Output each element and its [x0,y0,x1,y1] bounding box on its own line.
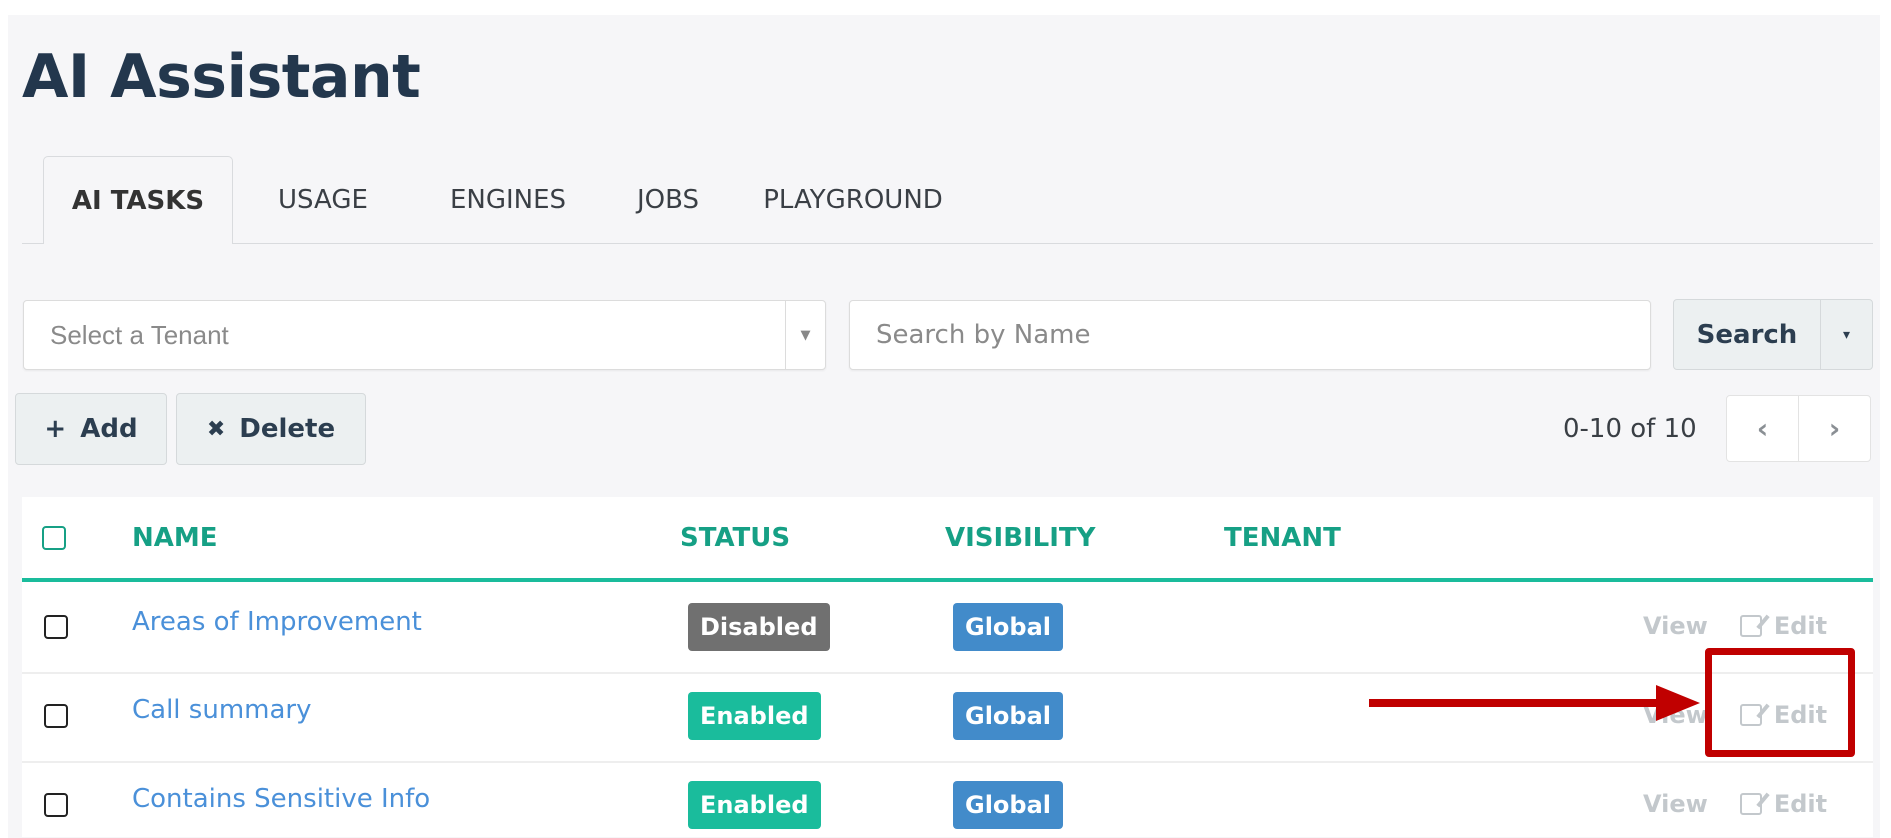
row-checkbox[interactable] [44,704,68,728]
tab-jobs[interactable]: JOBS [618,156,718,244]
row-checkbox[interactable] [44,793,68,817]
status-badge: Disabled [688,603,830,651]
view-link[interactable]: View [1643,790,1708,818]
table-row: Areas of Improvement Disabled Global Vie… [22,582,1873,672]
plus-icon: + [44,414,67,444]
search-button[interactable]: Search [1673,299,1821,370]
dropdown-arrow-icon[interactable]: ▼ [785,301,825,369]
task-name-link[interactable]: Areas of Improvement [132,607,422,637]
view-link[interactable]: View [1643,612,1708,640]
tab-ai-tasks[interactable]: AI TASKS [43,156,233,244]
visibility-badge: Global [953,781,1064,829]
edit-link[interactable]: Edit [1774,612,1827,640]
tab-engines[interactable]: ENGINES [428,156,588,244]
column-header-status[interactable]: STATUS [680,497,790,579]
chevron-right-icon[interactable]: › [1799,396,1870,461]
edit-icon[interactable] [1739,793,1762,815]
tenant-select[interactable]: Select a Tenant ▼ [23,300,826,370]
table-row: Call summary Enabled Global View Edit [22,674,1873,761]
column-header-visibility[interactable]: VISIBILITY [945,497,1096,579]
select-all-checkbox[interactable] [42,526,66,550]
search-input[interactable]: Search by Name [849,300,1651,370]
tab-usage[interactable]: USAGE [258,156,388,244]
page-background: AI Assistant AI TASKS USAGE ENGINES JOBS… [8,15,1880,838]
delete-button-label: Delete [239,414,336,444]
chevron-left-icon[interactable]: ‹ [1727,396,1799,461]
annotation-highlight-box [1705,648,1855,757]
delete-button[interactable]: ✖ Delete [176,393,366,465]
tab-playground[interactable]: PLAYGROUND [753,156,953,244]
status-badge: Enabled [688,781,821,829]
add-button-label: Add [80,414,138,444]
row-actions: View Edit [1643,790,1827,818]
search-options-caret-icon[interactable]: ▾ [1820,299,1873,370]
edit-icon[interactable] [1739,615,1762,637]
column-header-tenant[interactable]: TENANT [1224,497,1341,579]
row-checkbox[interactable] [44,615,68,639]
column-header-name[interactable]: NAME [132,497,218,579]
ai-tasks-table: NAME STATUS VISIBILITY TENANT Areas of I… [22,497,1873,837]
tenant-select-placeholder: Select a Tenant [50,319,229,350]
task-name-link[interactable]: Call summary [132,695,312,725]
table-row: Contains Sensitive Info Enabled Global V… [22,763,1873,837]
pagination-range: 0-10 of 10 [1563,413,1697,444]
task-name-link[interactable]: Contains Sensitive Info [132,784,430,814]
pagination-controls: ‹ › [1726,395,1871,462]
edit-link[interactable]: Edit [1774,790,1827,818]
row-actions: View Edit [1643,612,1827,640]
page-title: AI Assistant [22,42,421,112]
annotation-arrow-shaft [1369,699,1659,707]
annotation-arrow-head-icon [1656,685,1700,721]
x-icon: ✖ [206,416,226,442]
visibility-badge: Global [953,603,1064,651]
status-badge: Enabled [688,692,821,740]
add-button[interactable]: + Add [15,393,167,465]
visibility-badge: Global [953,692,1064,740]
select-all-cell [42,497,66,579]
